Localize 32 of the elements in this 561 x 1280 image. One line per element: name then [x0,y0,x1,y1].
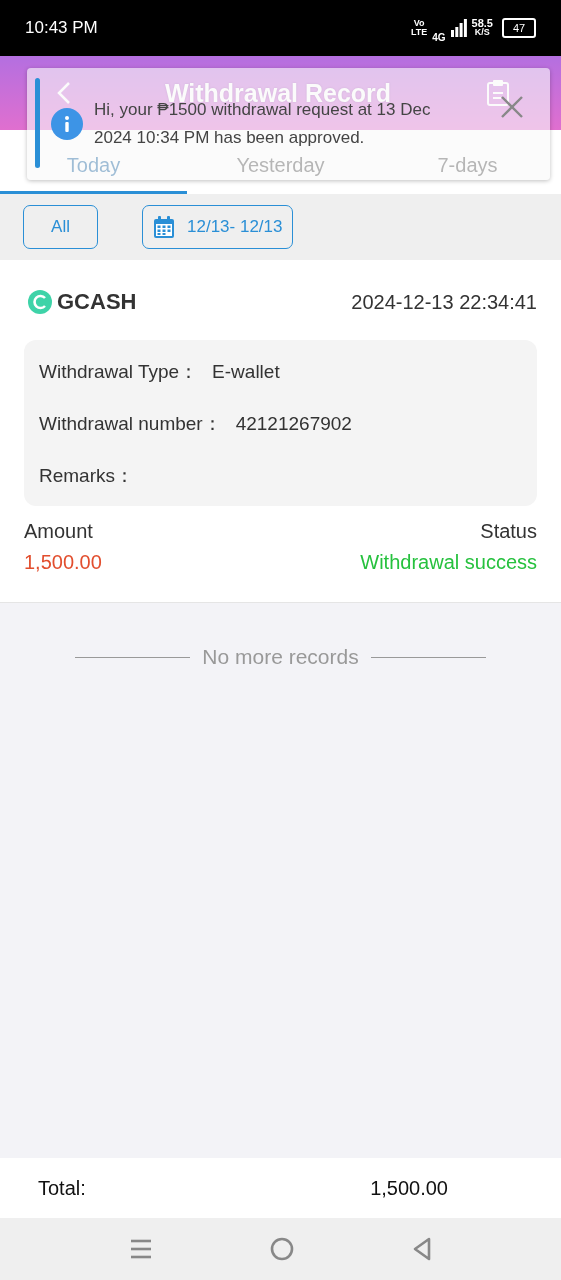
clipboard-icon [485,79,511,107]
total-label: Total: [38,1176,86,1200]
signal-icon [450,19,467,37]
back-icon [57,81,71,105]
all-filter-button[interactable]: All [23,205,98,249]
battery-level: 47 [512,22,526,34]
status-time: 10:43 PM [25,18,98,38]
payment-method: GCASH [57,289,137,315]
detail-label: Withdrawal number： [39,412,222,436]
menu-icon [129,1239,152,1259]
back-icon [411,1237,432,1261]
detail-label: Withdrawal Type： [39,360,199,384]
speed-value: 58.5 [471,19,493,28]
speed-unit: K/S [474,28,490,37]
detail-label: Remarks： [39,464,134,488]
record-datetime: 2024-12-13 22:34:41 [351,290,537,314]
wallet-logo-icon [27,289,53,315]
status-value: Withdrawal success [360,551,537,574]
home-icon [269,1237,294,1261]
volte-label: LTE [410,28,428,37]
detail-value: E-wallet [212,361,280,383]
detail-value: 42121267902 [235,413,352,435]
date-range-button[interactable]: 12/13- 12/13 [142,205,294,249]
amount-label: Amount [24,520,94,543]
close-icon [500,95,524,119]
volte-label: Vo [413,19,425,28]
calendar-icon [153,215,175,239]
amount-value: 1,500.00 [24,551,102,574]
total-value: 1,500.00 [370,1176,448,1200]
status-label: Status [480,520,537,543]
end-message: No more records [202,645,359,669]
network-label: 4G [432,31,446,43]
